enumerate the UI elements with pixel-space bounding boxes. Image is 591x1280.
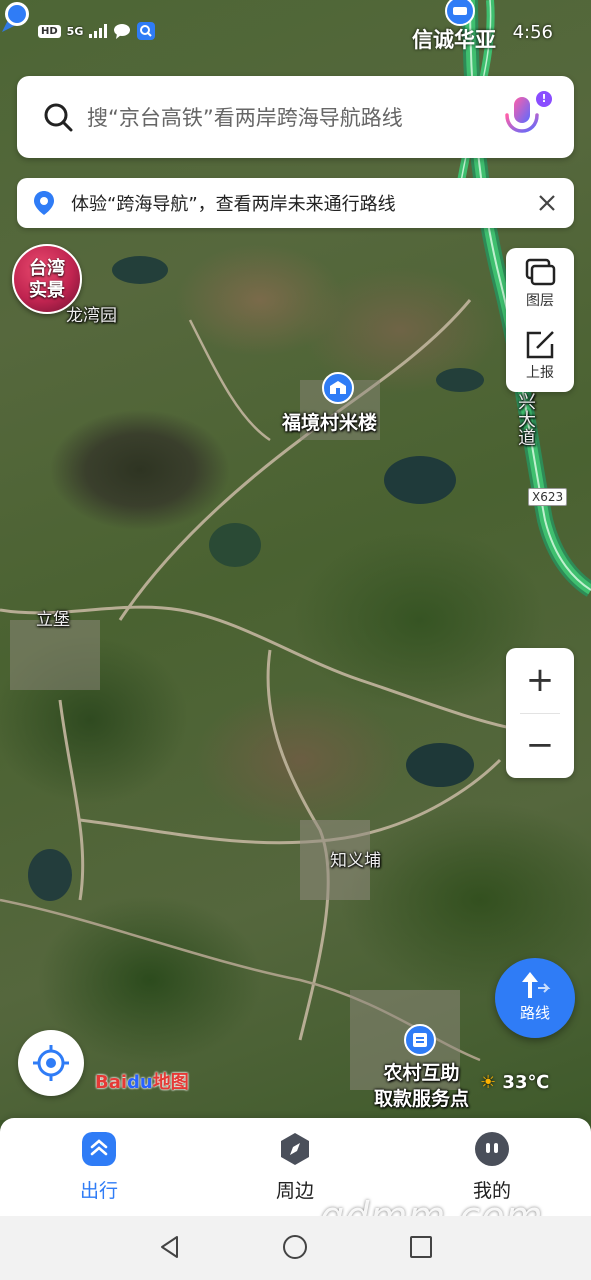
signal-icon xyxy=(89,24,108,38)
compass-icon xyxy=(281,1133,309,1165)
nav-item-mine[interactable]: 我的 xyxy=(442,1132,542,1203)
map-label-longwan[interactable]: 龙湾园 xyxy=(66,301,117,326)
map-label-atm[interactable]: 农村互助 取款服务点 xyxy=(374,1060,469,1112)
locate-me-button[interactable] xyxy=(18,1030,84,1096)
back-icon[interactable] xyxy=(157,1234,183,1260)
logo-du: du xyxy=(127,1072,153,1093)
search-icon xyxy=(44,103,73,132)
voice-search-button[interactable]: ! xyxy=(498,91,552,141)
report-button[interactable]: 上报 xyxy=(506,320,574,392)
search-app-icon xyxy=(137,22,156,40)
recents-icon[interactable] xyxy=(408,1234,434,1260)
zoom-out-button[interactable]: − xyxy=(506,713,574,778)
weather-widget[interactable]: ☀ 33℃ xyxy=(480,1072,549,1093)
hd-indicator: HD xyxy=(38,24,61,38)
map-label-fujing[interactable]: 福境村米楼 xyxy=(282,408,377,435)
map-label-libao[interactable]: 立堡 xyxy=(36,605,70,630)
atm-pin-icon[interactable] xyxy=(404,1024,436,1056)
baidu-map-logo: Baidu地图 xyxy=(95,1068,189,1094)
search-bar[interactable]: 搜“京台高铁”看两岸跨海导航路线 ! xyxy=(17,76,574,158)
close-icon[interactable] xyxy=(534,190,560,216)
notification-dot: ! xyxy=(536,91,552,107)
carrier-text: 信诚华亚 xyxy=(412,28,496,52)
home-icon[interactable] xyxy=(282,1234,308,1260)
status-bar: HD 5G 信诚华亚 4:56 xyxy=(0,0,591,66)
edit-icon xyxy=(526,331,554,359)
profile-icon xyxy=(475,1132,509,1166)
route-arrow-icon xyxy=(522,972,551,998)
nav-item-travel[interactable]: 出行 xyxy=(49,1132,149,1203)
taiwan-live-view-button[interactable]: 台湾 实景 xyxy=(12,244,82,314)
travel-icon xyxy=(82,1132,116,1166)
badge-line2: 实景 xyxy=(29,280,65,301)
layers-button[interactable]: 图层 xyxy=(506,248,574,320)
location-pin-icon xyxy=(34,191,54,215)
message-icon xyxy=(114,24,131,39)
map-label-zhiyi[interactable]: 知义埔 xyxy=(330,846,381,871)
atm-label-line1: 农村互助 xyxy=(383,1062,460,1084)
zoom-in-button[interactable]: + xyxy=(506,648,574,713)
layers-icon xyxy=(525,258,556,286)
search-input[interactable]: 搜“京台高铁”看两岸跨海导航路线 xyxy=(87,102,498,132)
atm-label-line2: 取款服务点 xyxy=(374,1088,470,1110)
satellite-map[interactable]: 龙湾园 福境村米楼 立堡 知义埔 农村互助 取款服务点 兴大道 X623 xyxy=(0,0,591,1120)
map-tools-panel: 图层 上报 xyxy=(506,248,574,392)
weather-sunny-icon: ☀ xyxy=(480,1072,497,1093)
landmark-pin-icon[interactable] xyxy=(322,372,354,404)
nav-label-travel: 出行 xyxy=(79,1180,118,1202)
locate-icon xyxy=(33,1045,69,1081)
status-left: HD 5G xyxy=(38,22,156,40)
map-label-road-name: 兴大道 xyxy=(515,392,536,446)
layers-label: 图层 xyxy=(526,293,554,309)
badge-line1: 台湾 xyxy=(29,258,65,279)
clock: 4:56 xyxy=(512,22,553,43)
system-navigation-bar xyxy=(0,1216,591,1280)
route-label: 路线 xyxy=(519,1004,550,1022)
report-label: 上报 xyxy=(526,365,554,381)
map-roads-layer xyxy=(0,0,591,1090)
temperature: 33℃ xyxy=(502,1072,550,1093)
logo-bai: Bai xyxy=(95,1072,128,1093)
network-indicator: 5G xyxy=(66,24,84,38)
road-number-badge: X623 xyxy=(528,488,568,506)
notice-text: 体验“跨海导航”，查看两岸未来通行路线 xyxy=(71,194,396,215)
notice-banner[interactable]: 体验“跨海导航”，查看两岸未来通行路线 xyxy=(17,178,574,228)
logo-map: 地图 xyxy=(152,1072,189,1093)
nav-item-nearby[interactable]: 周边 xyxy=(245,1132,345,1203)
zoom-controls: + − xyxy=(506,648,574,778)
route-button[interactable]: 路线 xyxy=(495,958,575,1038)
